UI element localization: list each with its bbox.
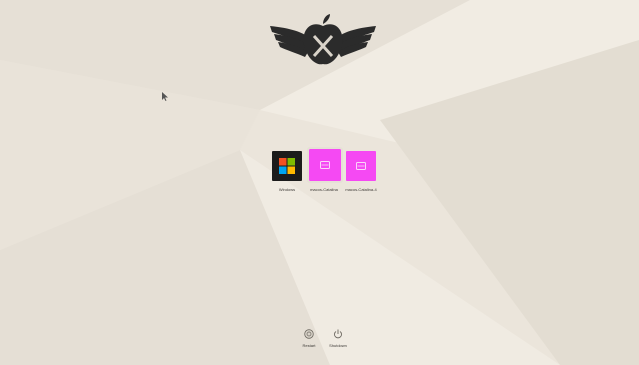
- hard-drive-icon: [320, 161, 330, 169]
- windows-logo-icon: [279, 158, 295, 174]
- shutdown-button[interactable]: Shutdown: [323, 329, 353, 351]
- boot-entry-label: macos-Catalina-4: [345, 187, 377, 192]
- boot-entry-macos-catalina[interactable]: [307, 147, 343, 183]
- power-icon: [334, 329, 342, 339]
- boot-entry-windows[interactable]: [272, 151, 302, 181]
- boot-entry-label: macos-Catalina: [310, 187, 338, 192]
- restart-label: Restart: [302, 343, 316, 348]
- hard-drive-icon: [356, 162, 366, 170]
- restart-icon: [304, 329, 314, 339]
- boot-entry-label: Windows: [278, 187, 296, 192]
- boot-entry-macos-catalina-4[interactable]: [346, 151, 376, 181]
- restart-button[interactable]: Restart: [294, 329, 324, 351]
- shutdown-label: Shutdown: [329, 343, 347, 348]
